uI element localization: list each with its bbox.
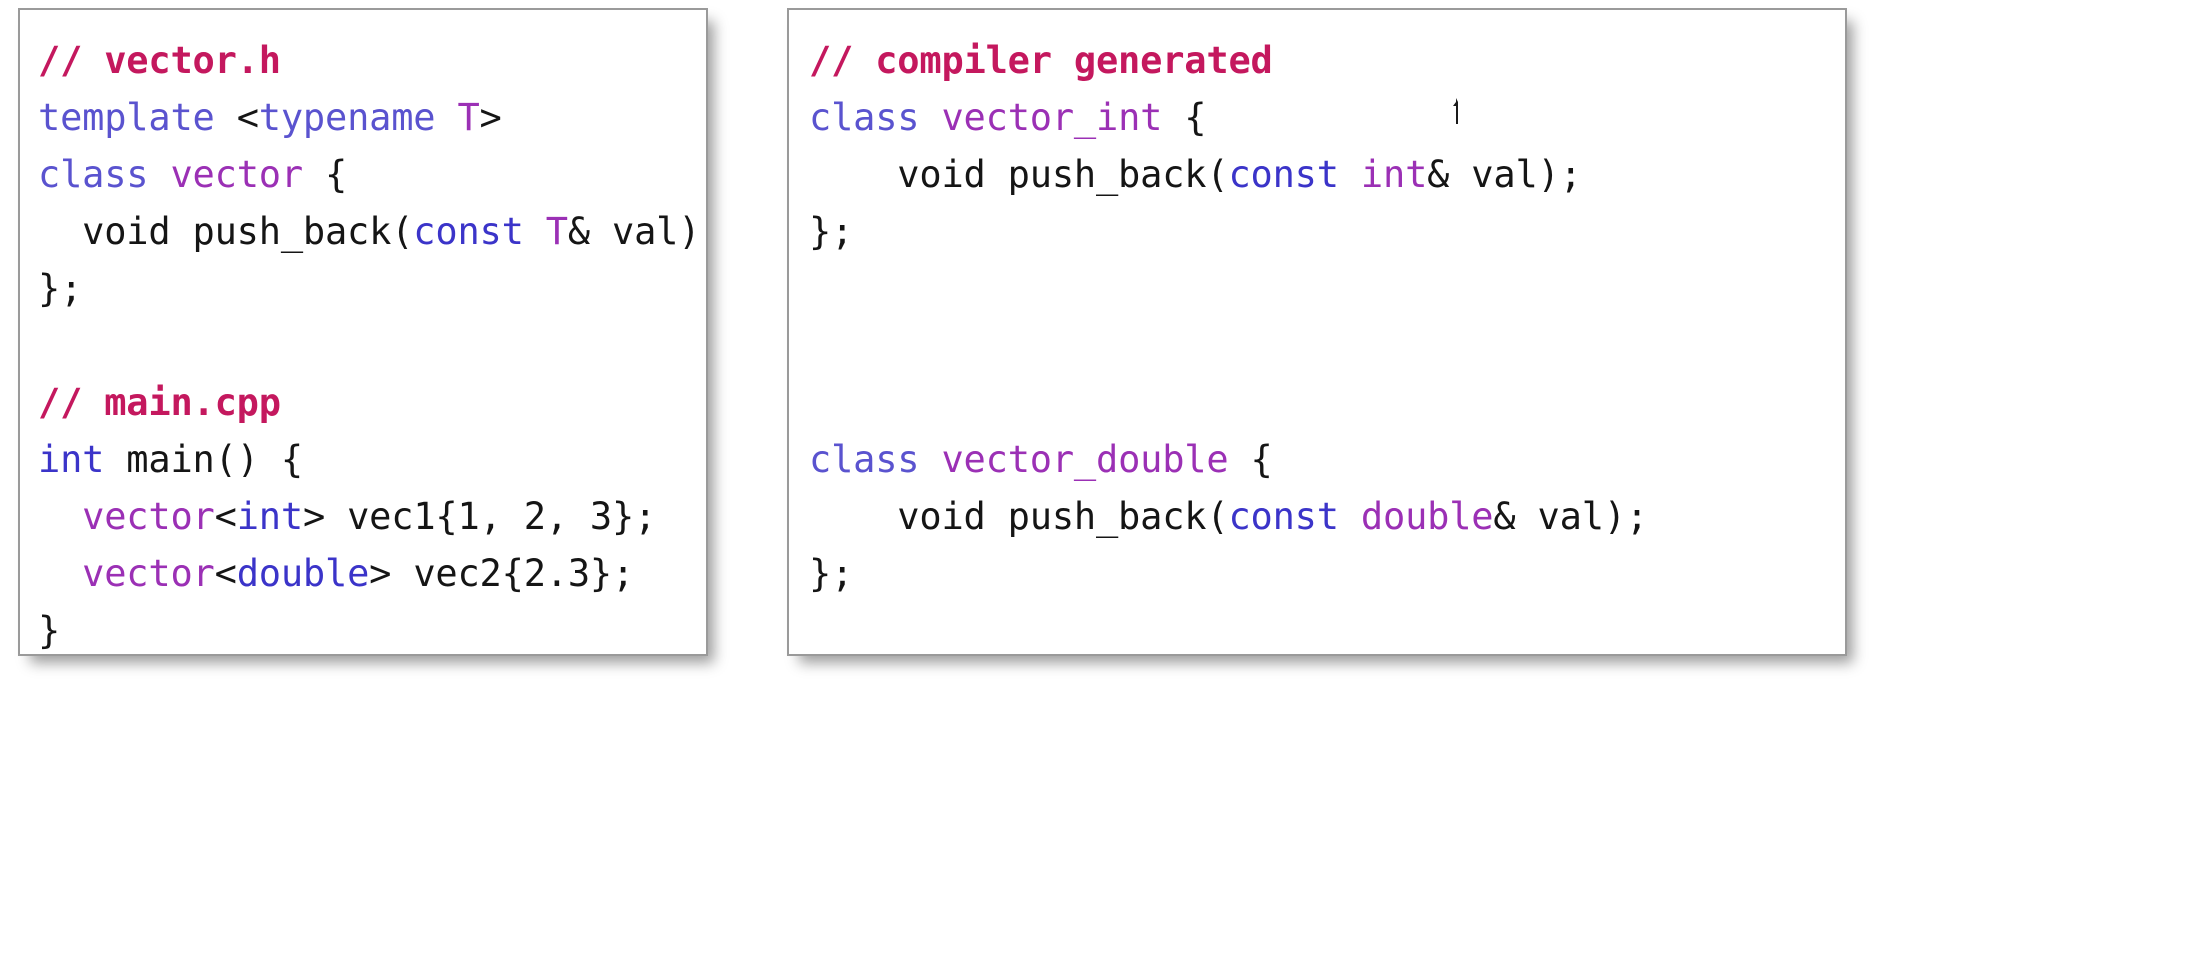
code-line: }; bbox=[809, 545, 1648, 602]
code-line: }; bbox=[38, 260, 706, 317]
source-code-panel[interactable]: // vector.h template <typename T> class ve… bbox=[18, 8, 708, 656]
code-token-comment: // vector.h bbox=[38, 39, 281, 82]
code-token-plain: < bbox=[214, 495, 237, 538]
code-token-plain: void push_back( bbox=[809, 495, 1229, 538]
code-token-comment: // compiler generated bbox=[809, 39, 1273, 82]
code-line: void push_back(const T& val); bbox=[38, 203, 708, 260]
code-token-plain: { bbox=[1228, 438, 1273, 481]
code-token-keyword: const bbox=[413, 210, 524, 253]
code-token-plain: }; bbox=[38, 267, 83, 310]
code-line: }; bbox=[809, 203, 1648, 260]
code-line: vector<double> vec2{2.3}; bbox=[38, 545, 706, 602]
code-token-plain: }; bbox=[809, 210, 854, 253]
code-token-plain: } bbox=[38, 609, 61, 652]
code-token-comment: // main.cpp bbox=[38, 381, 281, 424]
code-line: void push_back(const int& val); bbox=[809, 146, 1648, 203]
code-token-keyword-soft: template bbox=[38, 96, 215, 139]
code-line bbox=[38, 317, 706, 374]
code-token-plain: { bbox=[1162, 96, 1207, 139]
code-token-keyword: double bbox=[236, 552, 370, 595]
code-token-keyword: const bbox=[1228, 495, 1339, 538]
code-token-keyword: const bbox=[1228, 153, 1339, 196]
code-line: template <typename T> bbox=[38, 89, 706, 146]
code-line: vector<int> vec1{1, 2, 3}; bbox=[38, 488, 706, 545]
code-token-keyword-soft: class bbox=[809, 96, 920, 139]
code-line: // vector.h bbox=[38, 32, 706, 89]
code-line: void push_back(const double& val); bbox=[809, 488, 1648, 545]
code-line: } bbox=[38, 602, 706, 654]
code-line bbox=[809, 260, 1648, 317]
code-token-plain: < bbox=[236, 96, 259, 139]
code-token-plain: > bbox=[479, 96, 502, 139]
compiler-generated-code-block[interactable]: // compiler generated class vector_int { … bbox=[789, 10, 1658, 612]
code-line bbox=[809, 374, 1648, 431]
code-token-keyword-soft: class bbox=[38, 153, 149, 196]
code-token-plain: { bbox=[302, 153, 348, 196]
code-token-type: vector_int bbox=[941, 96, 1163, 139]
source-code-block[interactable]: // vector.h template <typename T> class ve… bbox=[20, 10, 708, 654]
code-token-keyword: int bbox=[38, 438, 105, 481]
code-token-plain: & val); bbox=[1493, 495, 1648, 538]
code-line: // main.cpp bbox=[38, 374, 706, 431]
code-token-type: vector bbox=[82, 495, 215, 538]
code-line bbox=[809, 317, 1648, 374]
code-token-plain: main() { bbox=[104, 438, 303, 481]
code-line: // compiler generated bbox=[809, 32, 1648, 89]
code-token-plain: > vec1{1, 2, 3}; bbox=[302, 495, 657, 538]
code-token-type: int bbox=[1360, 153, 1428, 196]
code-token-keyword-soft: typename bbox=[258, 96, 436, 139]
screenshot-canvas: // vector.h template <typename T> class ve… bbox=[0, 0, 2201, 953]
code-line: class vector_double { bbox=[809, 431, 1648, 488]
code-token-plain: < bbox=[214, 552, 237, 595]
code-token-plain: > vec2{2.3}; bbox=[369, 552, 635, 595]
code-token-type: double bbox=[1360, 495, 1494, 538]
code-line: int main() { bbox=[38, 431, 706, 488]
code-token-plain: void push_back( bbox=[809, 153, 1229, 196]
code-token-type: vector bbox=[170, 153, 303, 196]
code-token-keyword-soft: class bbox=[809, 438, 920, 481]
code-token-type: vector bbox=[82, 552, 215, 595]
code-token-plain: }; bbox=[809, 552, 854, 595]
code-token-plain: & val); bbox=[1427, 153, 1582, 196]
code-token-type: vector_double bbox=[941, 438, 1229, 481]
code-line: class vector_int { bbox=[809, 89, 1648, 146]
code-token-keyword: int bbox=[236, 495, 303, 538]
code-line: class vector { bbox=[38, 146, 706, 203]
code-token-type: T bbox=[457, 96, 480, 139]
compiler-generated-panel[interactable]: // compiler generated class vector_int { … bbox=[787, 8, 1847, 656]
code-token-plain: void push_back( bbox=[38, 210, 414, 253]
code-token-type: T bbox=[545, 210, 568, 253]
code-token-plain: & val); bbox=[567, 210, 708, 253]
